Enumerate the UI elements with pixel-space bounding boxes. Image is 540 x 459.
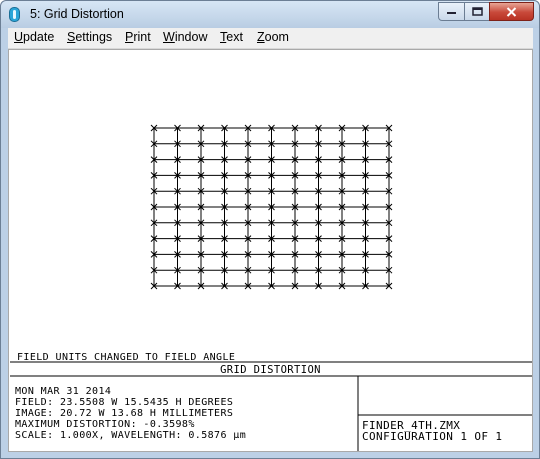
minimize-button[interactable] xyxy=(438,2,465,21)
menu-text[interactable]: Text xyxy=(220,30,243,44)
title-bar[interactable]: 5: Grid Distortion xyxy=(1,1,539,28)
menu-bar: Update Settings Print Window Text Zoom xyxy=(8,28,533,49)
menu-zoom-accel: Z xyxy=(257,30,265,44)
close-icon xyxy=(506,6,517,17)
menu-text-label: ext xyxy=(226,30,243,44)
menu-update-accel: U xyxy=(14,30,24,44)
menu-window-label: indow xyxy=(174,30,208,44)
info-scale: SCALE: 1.000X, WAVELENGTH: 0.5876 µm xyxy=(15,430,247,441)
info-image: IMAGE: 20.72 W 13.68 H MILLIMETERS xyxy=(15,408,234,419)
field-units-note: FIELD UNITS CHANGED TO FIELD ANGLE xyxy=(17,352,236,363)
info-field: FIELD: 23.5508 W 15.5435 H DEGREES xyxy=(15,397,234,408)
configuration-label: CONFIGURATION 1 OF 1 xyxy=(362,430,503,443)
plot-title: GRID DISTORTION xyxy=(220,364,321,376)
menu-print-label: rint xyxy=(133,30,151,44)
zemax-app-icon[interactable] xyxy=(9,7,20,22)
info-max-distortion: MAXIMUM DISTORTION: -0.3598% xyxy=(15,419,195,430)
grid-distortion-window: 5: Grid Distortion Update Settings Print… xyxy=(0,0,540,459)
maximize-button[interactable] xyxy=(464,2,490,21)
minimize-icon xyxy=(447,11,456,14)
menu-update-label: pdate xyxy=(23,30,55,44)
info-date: MON MAR 31 2014 xyxy=(15,386,112,397)
menu-window[interactable]: Window xyxy=(163,30,207,44)
maximize-icon xyxy=(471,7,483,16)
menu-window-accel: W xyxy=(163,30,175,44)
plot-area[interactable]: FIELD UNITS CHANGED TO FIELD ANGLE GRID … xyxy=(8,49,533,452)
menu-settings[interactable]: Settings xyxy=(67,30,112,44)
menu-print[interactable]: Print xyxy=(125,30,151,44)
close-button[interactable] xyxy=(489,2,534,21)
menu-settings-label: ettings xyxy=(75,30,113,44)
menu-zoom[interactable]: Zoom xyxy=(257,30,289,44)
menu-zoom-label: oom xyxy=(264,30,289,44)
window-title: 5: Grid Distortion xyxy=(30,7,124,21)
menu-update[interactable]: Update xyxy=(14,30,54,44)
